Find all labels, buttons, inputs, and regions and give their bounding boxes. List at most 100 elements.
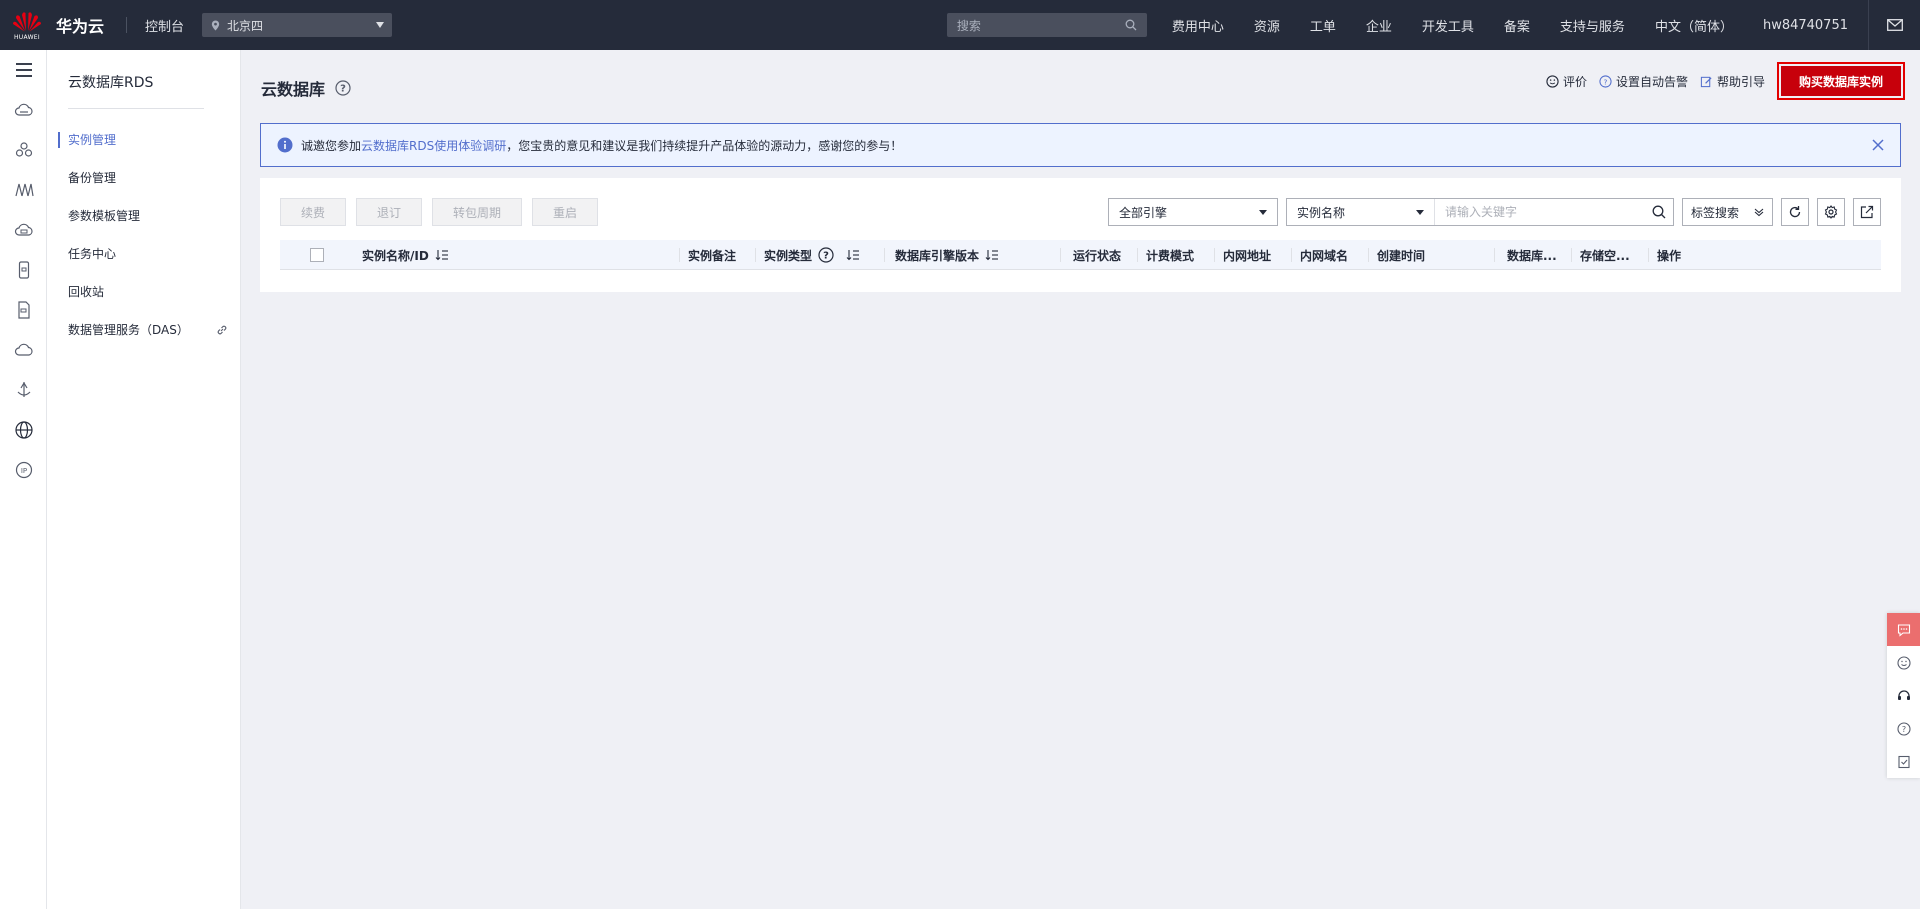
sidebar-item-label: 备份管理 (68, 171, 117, 185)
col-label: 实例名称/ID (362, 248, 429, 263)
buy-db-instance-button[interactable]: 购买数据库实例 (1776, 62, 1906, 100)
smiley-icon (1896, 655, 1911, 670)
sidebar-item-recycle-bin[interactable]: 回收站 (47, 273, 240, 311)
select-all-checkbox[interactable] (310, 248, 324, 262)
unsubscribe-button[interactable]: 退订 (356, 198, 422, 226)
to-yearly-monthly-button[interactable]: 转包周期 (432, 198, 522, 226)
rate-label: 评价 (1562, 74, 1587, 89)
globe-icon[interactable] (0, 410, 47, 450)
notice-prefix: 诚邀您参加 (301, 138, 362, 153)
chevron-down-icon (376, 22, 385, 28)
external-link-icon (217, 325, 227, 335)
help-icon[interactable]: ? (818, 247, 834, 263)
col-label: 存储空... (1580, 248, 1630, 263)
col-label: 数据库引擎版本 (895, 248, 980, 263)
renew-button[interactable]: 续费 (280, 198, 346, 226)
search-icon[interactable] (1125, 19, 1137, 31)
col-label: 内网地址 (1223, 248, 1272, 263)
sidebar-item-das[interactable]: 数据管理服务（DAS） (47, 311, 240, 349)
col-label: 操作 (1657, 248, 1682, 263)
sidebar-item-task-center[interactable]: 任务中心 (47, 235, 240, 273)
search-button[interactable] (1645, 199, 1673, 225)
sidebar-item-param-templates[interactable]: 参数模板管理 (47, 197, 240, 235)
survey-notice: 诚邀您参加 云数据库RDS使用体验调研 ，您宝贵的意见和建议是我们持续提升产品体… (260, 123, 1901, 167)
col-instance-name[interactable]: 实例名称/ID (354, 240, 680, 270)
filter-bar: 全部引擎 实例名称 标签搜索 (1108, 198, 1881, 226)
cloud-disk-icon[interactable] (0, 210, 47, 250)
sidebar-title: 云数据库RDS (68, 75, 154, 91)
page-title-text: 云数据库 (261, 80, 326, 99)
close-icon[interactable] (1870, 137, 1886, 153)
refresh-button[interactable] (1781, 198, 1809, 226)
phone-icon[interactable] (0, 250, 47, 290)
chat-icon (1897, 623, 1910, 637)
engine-select-value: 全部引擎 (1119, 205, 1168, 220)
sort-icon[interactable] (435, 249, 449, 261)
help-guide-label: 帮助引导 (1716, 74, 1765, 89)
keyword-input[interactable] (1435, 199, 1645, 225)
cloud-icon[interactable] (0, 90, 47, 130)
col-engine-version[interactable]: 数据库引擎版本 (885, 240, 1061, 270)
nav-user-account[interactable]: hw84740751 (1748, 18, 1868, 33)
huawei-logo[interactable]: HUAWEI (4, 0, 50, 50)
search-field-value: 实例名称 (1297, 205, 1346, 220)
help-faq-button[interactable]: ? (1887, 712, 1920, 745)
tag-search-button[interactable]: 标签搜索 (1682, 198, 1773, 226)
help-guide-button[interactable]: 帮助引导 (1700, 73, 1765, 90)
sort-icon[interactable] (846, 249, 860, 261)
console-link[interactable]: 控制台 (145, 16, 184, 35)
nav-resources[interactable]: 资源 (1239, 16, 1295, 35)
sidebar-item-instances[interactable]: 实例管理 (47, 121, 240, 159)
cluster-icon[interactable] (0, 130, 47, 170)
col-database: 数据库... (1495, 240, 1572, 270)
chevron-down-icon (1259, 209, 1267, 215)
col-billing-mode: 计费模式 (1138, 240, 1215, 270)
double-chevron-down-icon (1754, 208, 1764, 217)
mail-button[interactable] (1868, 0, 1920, 50)
checklist-button[interactable] (1887, 745, 1920, 778)
nav-icp[interactable]: 备案 (1489, 16, 1545, 35)
region-selector[interactable]: 北京四 (202, 13, 393, 37)
search-icon (1652, 205, 1666, 219)
chevron-down-icon (1416, 209, 1424, 215)
nav-tickets[interactable]: 工单 (1295, 16, 1351, 35)
feedback-chat-button[interactable] (1887, 613, 1920, 646)
col-label: 运行状态 (1073, 248, 1122, 263)
customer-service-button[interactable] (1887, 679, 1920, 712)
nav-support[interactable]: 支持与服务 (1545, 16, 1640, 35)
nav-dev-tools[interactable]: 开发工具 (1407, 16, 1489, 35)
brand-name[interactable]: 华为云 (56, 13, 104, 37)
survey-link[interactable]: 云数据库RDS使用体验调研 (361, 137, 506, 154)
rate-button[interactable]: 评价 (1546, 73, 1587, 90)
document-icon[interactable] (0, 290, 47, 330)
col-instance-type[interactable]: 实例类型 ? (756, 240, 885, 270)
export-button[interactable] (1853, 198, 1881, 226)
logo-text: HUAWEI (14, 34, 40, 41)
global-search-input[interactable]: 搜索 (946, 13, 1147, 37)
edit-guide-icon (1700, 76, 1712, 87)
help-icon[interactable]: ? (335, 80, 351, 96)
nav-enterprise[interactable]: 企业 (1351, 16, 1407, 35)
refresh-icon (1789, 206, 1801, 218)
reboot-button[interactable]: 重启 (532, 198, 598, 226)
sidebar-item-backups[interactable]: 备份管理 (47, 159, 240, 197)
engine-select[interactable]: 全部引擎 (1108, 198, 1278, 226)
sidebar-item-label: 回收站 (68, 285, 105, 299)
ip-icon[interactable]: IP (0, 450, 47, 490)
search-combo: 实例名称 (1286, 198, 1674, 226)
search-placeholder: 搜索 (956, 18, 981, 33)
nav-billing[interactable]: 费用中心 (1157, 16, 1239, 35)
col-private-ip: 内网地址 (1215, 240, 1292, 270)
nav-language[interactable]: 中文（简体） (1640, 16, 1748, 35)
col-storage: 存储空... (1572, 240, 1649, 270)
sort-icon[interactable] (985, 249, 999, 261)
settings-button[interactable] (1817, 198, 1845, 226)
search-field-select[interactable]: 实例名称 (1287, 199, 1435, 225)
bridge-icon[interactable] (0, 170, 47, 210)
cloud-outline-icon[interactable] (0, 330, 47, 370)
col-remark: 实例备注 (680, 240, 756, 270)
antenna-icon[interactable] (0, 370, 47, 410)
menu-icon[interactable] (0, 50, 47, 90)
auto-alarm-button[interactable]: ? 设置自动告警 (1599, 73, 1688, 90)
satisfaction-button[interactable] (1887, 646, 1920, 679)
